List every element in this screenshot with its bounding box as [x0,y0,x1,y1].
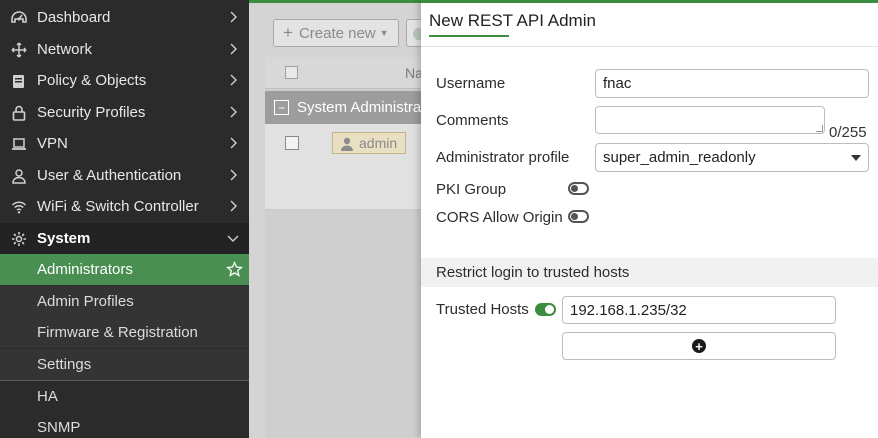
rest-api-admin-panel: New REST API Admin Username Comments 0/2… [421,0,878,438]
sidebar: Dashboard Network Policy & Objects Secur… [0,0,249,438]
create-new-label: Create new [298,24,376,42]
row-checkbox[interactable] [285,136,299,150]
sidebar-item-policy-objects[interactable]: Policy & Objects [0,65,249,96]
toggle-knob [545,305,554,314]
chevron-right-icon [230,137,237,149]
dropdown-arrow-icon [851,155,861,161]
toggle-knob [571,185,578,192]
select-all-checkbox[interactable] [285,66,298,79]
create-new-button[interactable]: + Create new ▼ [273,19,399,47]
title-separator [421,46,878,47]
comments-counter: 0/255 [829,124,867,141]
dashboard-icon [10,9,28,27]
sidebar-item-user-authentication[interactable]: User & Authentication [0,160,249,191]
trusted-hosts-toggle[interactable] [535,303,556,316]
group-label: System Administrators [297,99,425,116]
plus-circle-icon: + [692,339,706,353]
trusted-host-input[interactable] [562,296,836,324]
admin-profile-value: super_admin_readonly [603,149,756,166]
caret-down-icon: ▼ [379,28,389,38]
sidebar-item-label: HA [37,388,58,405]
sidebar-item-label: Policy & Objects [37,72,147,89]
resize-grip-icon[interactable] [816,125,823,132]
sidebar-item-label: Firmware & Registration [37,324,198,341]
admin-profile-select[interactable]: super_admin_readonly [595,143,869,172]
sidebar-item-label: Security Profiles [37,104,146,121]
star-icon[interactable] [226,261,243,278]
admin-profile-label: Administrator profile [436,149,570,166]
panel-title: New REST API Admin [429,11,596,30]
sidebar-item-label: User & Authentication [37,167,182,184]
panel-accent-bar [421,0,878,3]
comments-textarea[interactable] [595,106,825,134]
chevron-right-icon [230,43,237,55]
wifi-icon [10,198,28,216]
sidebar-item-firmware[interactable]: Firmware & Registration [0,317,249,348]
sidebar-item-administrators[interactable]: Administrators [0,254,249,285]
title-underline [429,35,509,37]
sidebar-item-system[interactable]: System [0,223,249,254]
toggle-knob [571,213,578,220]
sidebar-item-label: SNMP [37,419,81,436]
table-row[interactable]: admin [265,124,425,210]
cors-label: CORS Allow Origin [436,209,563,226]
collapse-icon[interactable]: − [274,100,289,115]
user-icon [10,167,28,185]
network-icon [10,41,28,59]
username-input[interactable] [595,69,869,98]
sidebar-item-label: Administrators [37,261,133,278]
username-label: Username [436,75,506,92]
sidebar-item-label: Settings [37,356,92,373]
chevron-right-icon [230,106,237,118]
lock-icon [10,104,28,122]
laptop-icon [10,135,28,153]
sidebar-item-vpn[interactable]: VPN [0,128,249,159]
sidebar-item-snmp[interactable]: SNMP [0,412,249,438]
chevron-right-icon [230,11,237,23]
user-name: admin [359,135,398,151]
group-row[interactable]: − System Administrators [265,91,425,124]
user-tag: admin [332,132,406,154]
sidebar-item-label: Dashboard [37,9,111,26]
table-header: Na [265,57,425,89]
gear-icon [10,230,28,248]
sidebar-item-network[interactable]: Network [0,34,249,65]
sidebar-item-label: System [37,230,91,247]
pki-group-toggle[interactable] [568,182,589,195]
add-trusted-host-button[interactable]: + [562,332,836,360]
restrict-login-label: Restrict login to trusted hosts [436,264,630,281]
sidebar-item-label: WiFi & Switch Controller [37,198,199,215]
policy-icon [10,72,28,90]
sidebar-item-ha[interactable]: HA [0,381,249,412]
user-icon [341,137,353,151]
comments-label: Comments [436,112,509,129]
sidebar-item-label: Admin Profiles [37,293,134,310]
plus-icon: + [283,23,293,42]
chevron-right-icon [230,200,237,212]
chevron-right-icon [230,169,237,181]
chevron-down-icon [227,235,239,242]
sidebar-item-dashboard[interactable]: Dashboard [0,2,249,33]
sidebar-item-settings[interactable]: Settings [0,349,249,380]
sidebar-item-admin-profiles[interactable]: Admin Profiles [0,286,249,317]
chevron-right-icon [230,74,237,86]
sidebar-item-label: VPN [37,135,68,152]
pki-group-label: PKI Group [436,181,507,198]
sidebar-item-security-profiles[interactable]: Security Profiles [0,97,249,128]
sidebar-item-label: Network [37,41,93,58]
trusted-hosts-label: Trusted Hosts [436,301,529,318]
sidebar-item-wifi-switch[interactable]: WiFi & Switch Controller [0,191,249,222]
admin-table: Na − System Administrators admin [265,57,425,438]
restrict-login-section: Restrict login to trusted hosts [421,258,878,287]
cors-toggle[interactable] [568,210,589,223]
